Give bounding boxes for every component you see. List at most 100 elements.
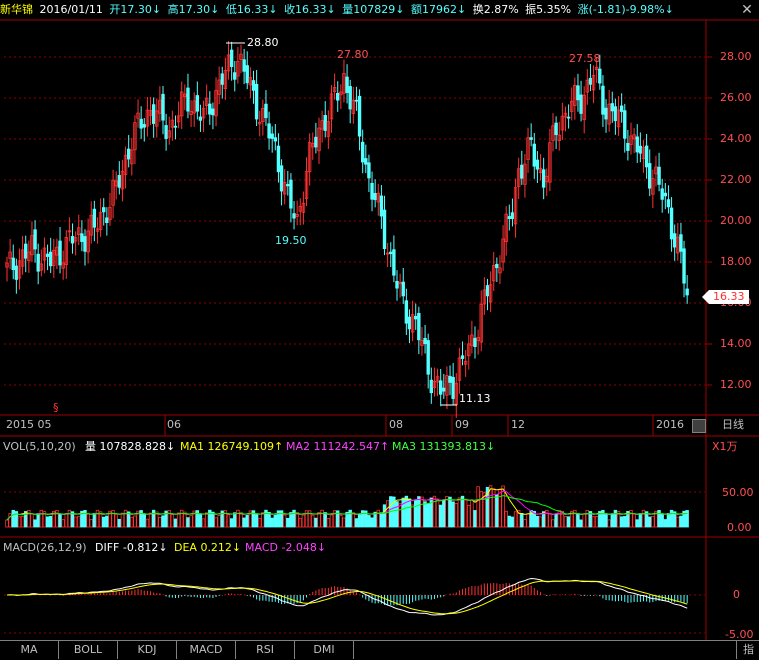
high-price: 高17.30↓ <box>167 3 220 16</box>
volume-bar <box>61 519 65 528</box>
candle-body <box>229 49 234 68</box>
tab-ma[interactable]: MA <box>0 641 59 659</box>
volume-bar <box>189 515 193 528</box>
tab-indicator-more[interactable]: 指 <box>736 641 759 659</box>
volume-bar <box>526 513 530 528</box>
stock-chart-canvas[interactable] <box>0 0 759 659</box>
tab-rsi[interactable]: RSI <box>236 641 295 659</box>
candle-body <box>270 133 274 139</box>
volume-bar <box>289 512 293 528</box>
candle-body <box>198 116 203 121</box>
candle-body <box>429 379 434 394</box>
volume-bar <box>460 495 465 528</box>
candle-body <box>348 86 352 110</box>
volume-bar <box>170 514 175 528</box>
macd-dea: DEA 0.212↓ <box>174 541 242 554</box>
volume-bar <box>523 519 527 528</box>
candle-body <box>495 263 499 269</box>
annotation-high-3: 27.58 <box>569 52 601 65</box>
volume-bar <box>454 502 458 528</box>
volume-bar <box>635 519 639 528</box>
vol-title: VOL(5,10,20) <box>3 440 76 453</box>
candle-body <box>80 233 84 242</box>
candle-body <box>541 169 546 188</box>
volume-bar <box>648 516 652 528</box>
scroll-square-button[interactable] <box>692 419 706 433</box>
candle-body <box>613 106 618 122</box>
stock-name: 新华锦 <box>0 3 33 16</box>
candle-body <box>102 207 106 213</box>
candle-body <box>379 195 384 217</box>
volume-bar <box>58 513 62 528</box>
volume-bar <box>48 516 53 528</box>
candle-body <box>619 105 624 112</box>
volume-bar <box>30 513 34 528</box>
volume-bar <box>585 509 590 528</box>
time-label-12: 12 <box>511 418 525 431</box>
volume-bar <box>467 504 471 528</box>
candle-body <box>529 137 533 140</box>
volume-bar <box>151 509 156 528</box>
volume-bar <box>20 516 25 528</box>
volume-bar <box>254 514 259 528</box>
volume-bar <box>176 512 181 528</box>
volume-bar <box>591 516 596 528</box>
candle-body <box>623 110 627 139</box>
volume-bar <box>201 518 206 528</box>
candle-body <box>33 229 37 250</box>
volume-bar <box>379 512 384 528</box>
candle-body <box>245 65 249 84</box>
candle-body <box>92 208 97 228</box>
event-marker[interactable]: § <box>53 401 59 415</box>
candle-body <box>672 233 677 248</box>
volume-bar <box>142 513 146 528</box>
volume-bar <box>426 503 430 528</box>
candle-body <box>532 143 536 167</box>
volume-bar <box>317 512 321 528</box>
volume-bar <box>267 511 271 528</box>
volume-bar <box>301 514 306 528</box>
candle-body <box>364 158 368 165</box>
tab-dmi[interactable]: DMI <box>295 641 354 659</box>
candle-body <box>485 285 490 297</box>
candle-body <box>45 253 50 257</box>
tab-boll[interactable]: BOLL <box>59 641 118 659</box>
tab-kdj[interactable]: KDJ <box>118 641 177 659</box>
price-label: 14.00 <box>720 337 752 350</box>
open-price: 开17.30↓ <box>109 3 162 16</box>
volume-bar <box>130 516 134 528</box>
volume-bar <box>404 495 409 528</box>
close-icon[interactable]: ✕ <box>739 2 755 18</box>
volume-bar <box>214 517 218 528</box>
candle-body <box>510 212 515 219</box>
volume-bar <box>351 512 356 528</box>
price-label: 26.00 <box>720 91 752 104</box>
candle-body <box>520 164 524 179</box>
volume-bar <box>582 513 586 528</box>
candle-body <box>598 68 602 84</box>
volume-bar <box>457 497 462 528</box>
macd-title: MACD(26,12,9) <box>3 541 87 554</box>
volume-bar <box>438 504 443 528</box>
volume-bar <box>513 511 518 528</box>
volume-bar <box>148 512 153 528</box>
volume-bar <box>320 509 324 528</box>
candle-body <box>254 83 259 120</box>
candle-body <box>186 87 190 112</box>
volume-bar <box>73 516 78 528</box>
volume-bar <box>367 515 371 528</box>
tab-macd[interactable]: MACD <box>177 641 236 659</box>
annotation-high-2: 27.80 <box>337 48 369 61</box>
volume-bar <box>77 515 81 528</box>
volume-bar <box>270 517 274 528</box>
candle-body <box>426 340 430 375</box>
volume-bar <box>510 516 515 528</box>
macd-value: MACD -2.048↓ <box>245 541 327 554</box>
volume-bar <box>423 501 427 528</box>
candle-body <box>70 236 75 244</box>
volume-bar <box>133 515 137 528</box>
current-price-tag: 16.33 <box>702 290 749 304</box>
period-label[interactable]: 日线 <box>722 418 744 432</box>
candle-body <box>161 93 165 121</box>
candle-body <box>354 99 359 102</box>
